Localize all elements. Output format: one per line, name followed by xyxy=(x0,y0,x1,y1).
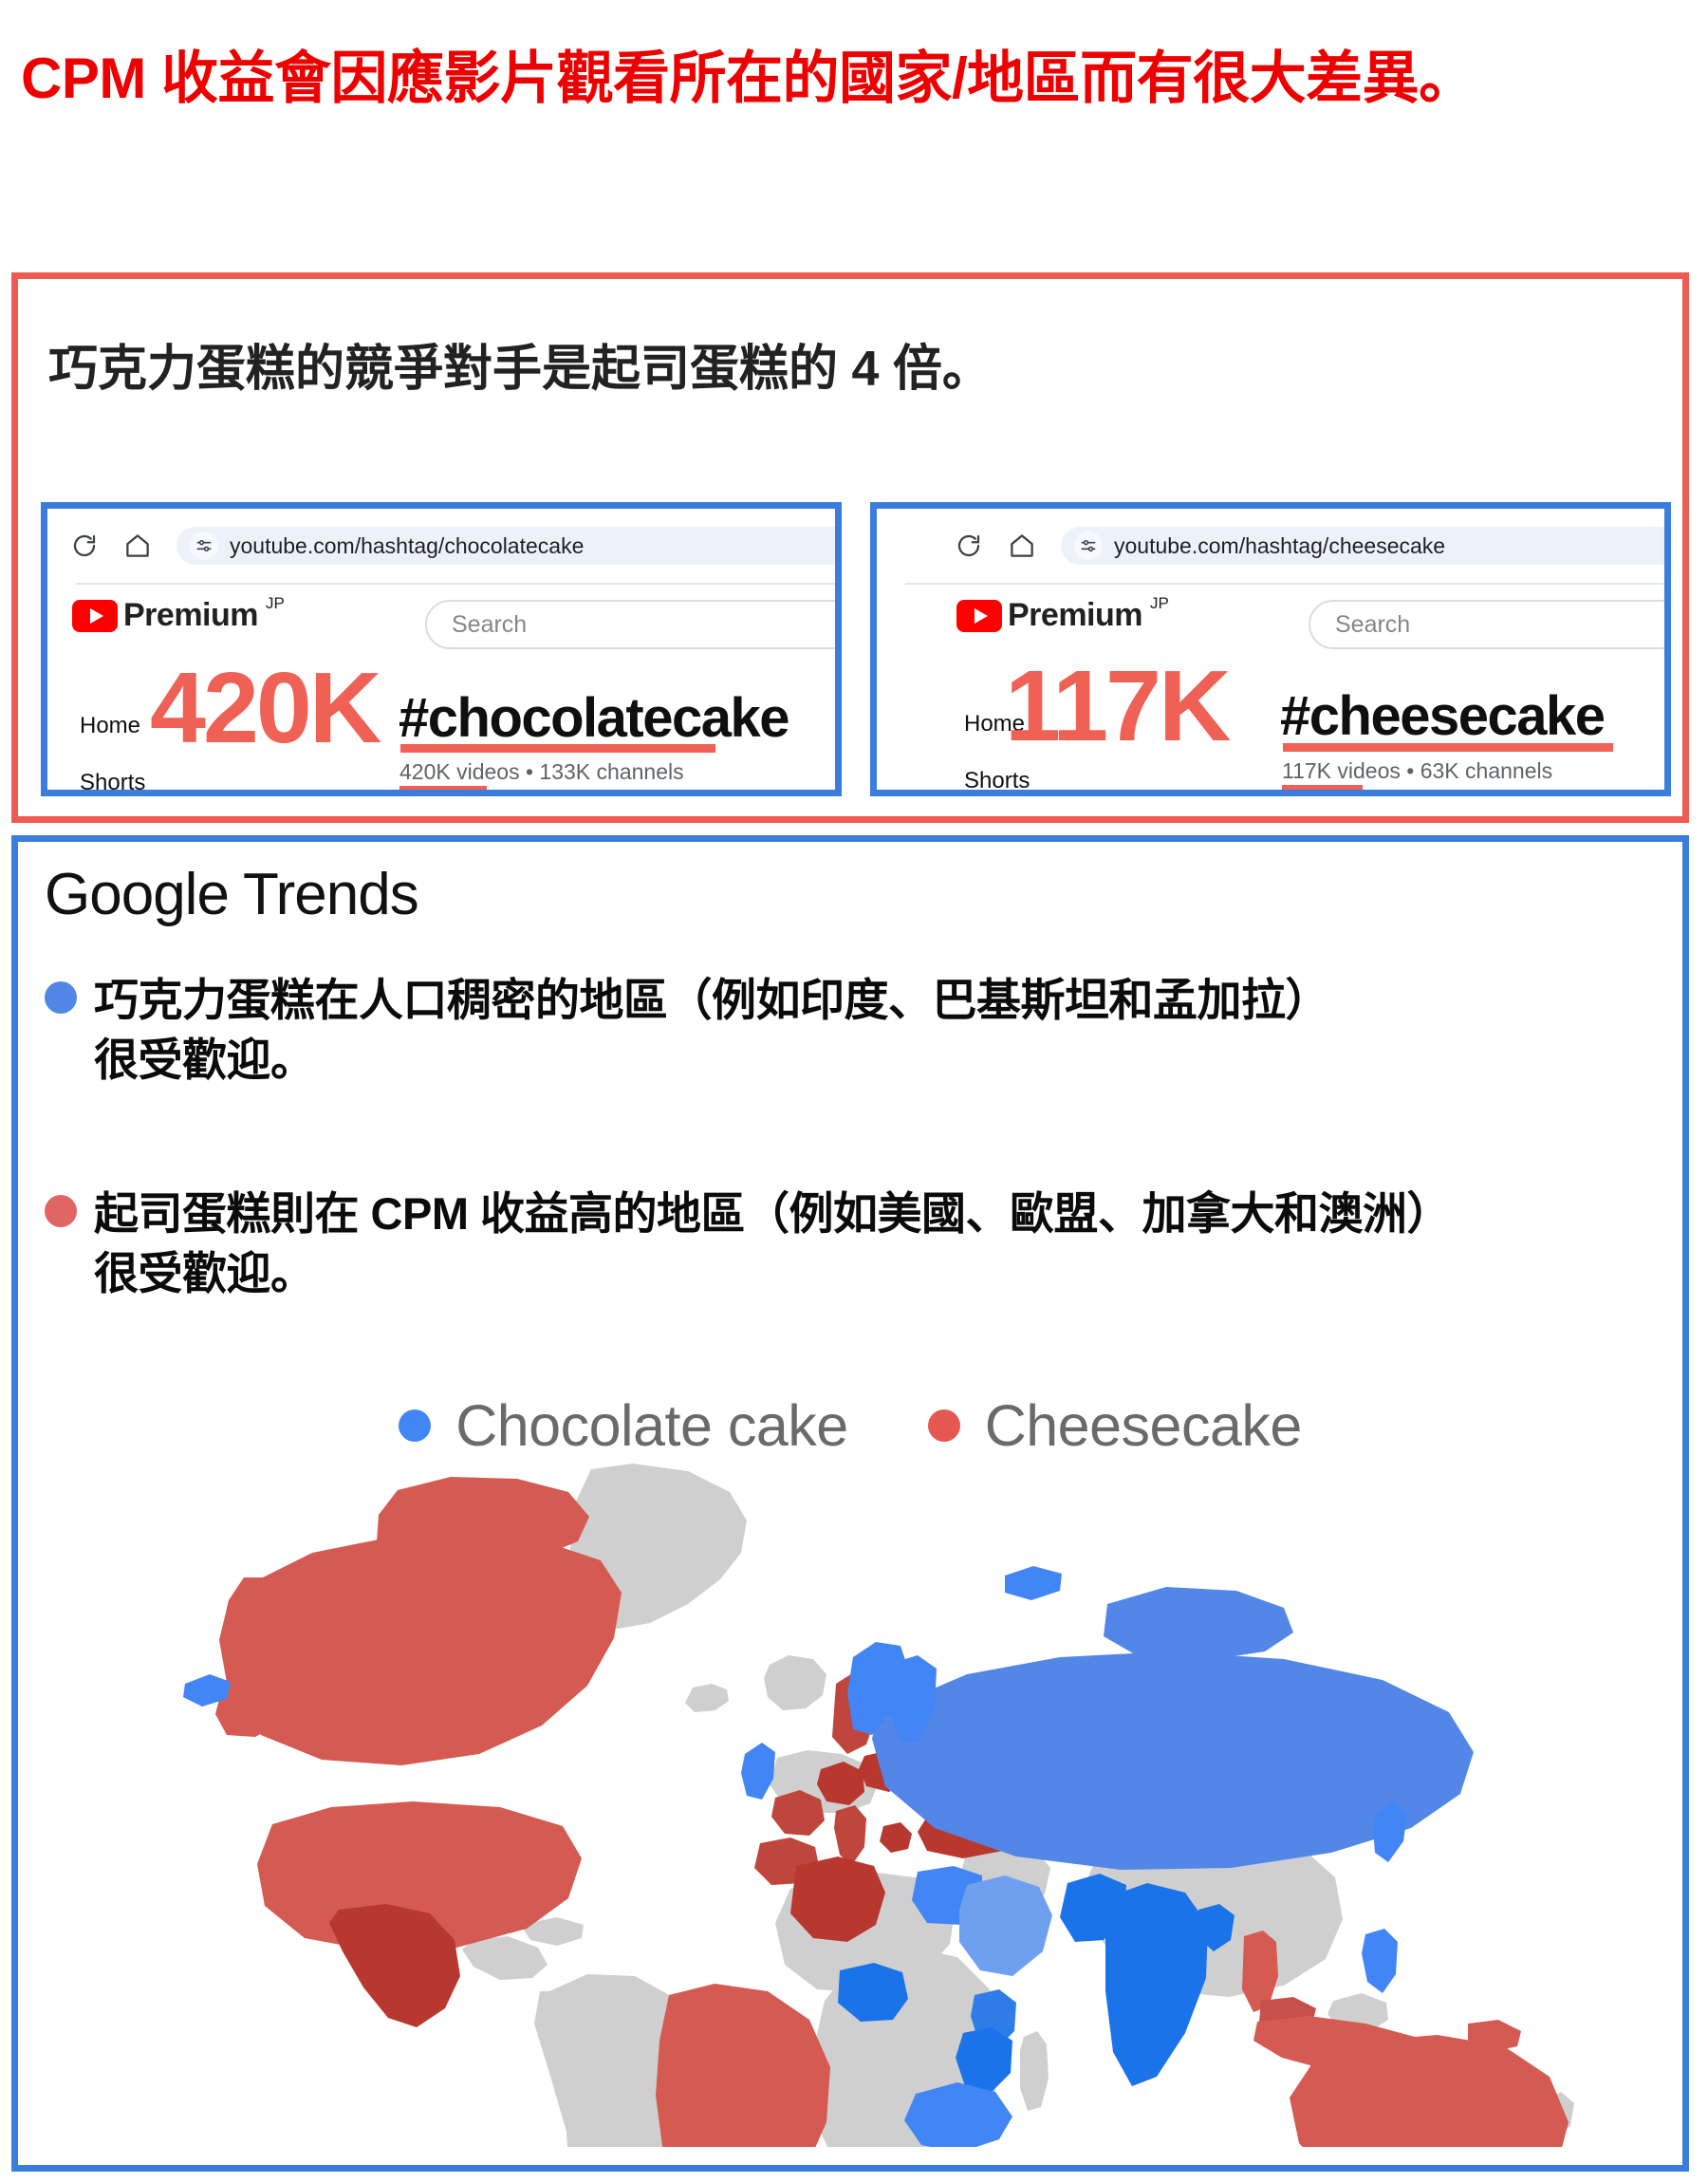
world-choropleth-map xyxy=(18,1464,1682,2147)
youtube-play-icon xyxy=(956,600,1002,632)
annotation-video-count-left: 420K xyxy=(150,652,381,764)
region-greece-red xyxy=(880,1822,912,1853)
legend-label-cheesecake: Cheesecake xyxy=(984,1393,1303,1458)
site-settings-icon[interactable] xyxy=(190,532,218,560)
region-tag-right: JP xyxy=(1150,594,1169,612)
address-bar-right[interactable]: youtube.com/hashtag/cheesecake xyxy=(1061,527,1664,565)
region-iceland xyxy=(685,1684,729,1712)
bullet-item-cheesecake: 起司蛋糕則在 CPM 收益高的地區（例如美國、歐盟、加拿大和澳洲） 很受歡迎。 xyxy=(45,1184,1658,1304)
address-bar-left[interactable]: youtube.com/hashtag/chocolatecake xyxy=(176,527,835,565)
search-placeholder-right: Search xyxy=(1335,610,1411,638)
legend-dot-cheesecake-icon xyxy=(927,1409,960,1442)
reload-icon[interactable] xyxy=(953,530,985,562)
toolbar-divider-right xyxy=(905,583,1664,585)
sidebar-item-shorts-left[interactable]: Shorts xyxy=(80,770,145,790)
reload-icon[interactable] xyxy=(68,530,101,562)
bullet-text-chocolate: 巧克力蛋糕在人口稠密的地區（例如印度、巴基斯坦和孟加拉） 很受歡迎。 xyxy=(94,970,1330,1091)
home-icon[interactable] xyxy=(1006,530,1038,562)
comparison-panel-title: 巧克力蛋糕的競爭對手是起司蛋糕的 4 倍。 xyxy=(48,342,992,397)
region-madagascar xyxy=(1020,2031,1049,2111)
sidebar-item-shorts-right[interactable]: Shorts xyxy=(964,768,1030,790)
legend-label-chocolate-cake: Chocolate cake xyxy=(455,1393,848,1458)
search-input-left[interactable]: Search xyxy=(425,600,835,649)
address-bar-url-left: youtube.com/hashtag/chocolatecake xyxy=(230,532,585,558)
hashtag-underline-left xyxy=(400,744,715,753)
premium-wordmark-left: Premium xyxy=(123,597,259,633)
premium-wordmark-right: Premium xyxy=(1008,597,1143,633)
bullet-dot-blue-icon xyxy=(45,981,77,1014)
hashtag-stats-left: 420K videos • 133K channels xyxy=(399,759,684,784)
region-arctic-islands-blue xyxy=(1005,1566,1062,1600)
hashtag-underline-right xyxy=(1283,743,1613,752)
annotation-video-count-right: 117K xyxy=(1005,650,1232,762)
sidebar-item-home-left[interactable]: Home xyxy=(80,713,140,739)
region-philippines xyxy=(1362,1929,1398,1993)
bullet-dot-red-icon xyxy=(45,1195,77,1227)
youtube-play-icon xyxy=(72,600,118,632)
search-input-right[interactable]: Search xyxy=(1309,600,1664,649)
search-placeholder-left: Search xyxy=(452,610,528,638)
youtube-screenshot-cheesecake: youtube.com/hashtag/cheesecake Premium J… xyxy=(870,502,1671,796)
youtube-premium-logo-left: Premium JP xyxy=(72,594,285,634)
bullet-text-cheesecake: 起司蛋糕則在 CPM 收益高的地區（例如美國、歐盟、加拿大和澳洲） 很受歡迎。 xyxy=(94,1184,1452,1304)
google-trends-title: Google Trends xyxy=(45,862,419,927)
toolbar-divider-left xyxy=(76,583,835,585)
hashtag-stats-right: 117K videos • 63K channels xyxy=(1282,758,1553,783)
site-settings-icon[interactable] xyxy=(1074,532,1103,560)
hashtag-title-left: #chocolatecake xyxy=(399,687,790,749)
region-japan-blue xyxy=(1373,1801,1407,1862)
region-canada xyxy=(219,1534,622,1765)
stats-underline-right xyxy=(1282,785,1363,790)
google-trends-panel: Google Trends 巧克力蛋糕在人口稠密的地區（例如印度、巴基斯坦和孟加… xyxy=(11,835,1689,2172)
youtube-screenshot-chocolatecake: youtube.com/hashtag/chocolatecake Premiu… xyxy=(41,502,842,796)
browser-toolbar-right: youtube.com/hashtag/cheesecake xyxy=(877,524,1664,568)
legend-item-chocolate-cake: Chocolate cake xyxy=(399,1392,848,1459)
region-brazil xyxy=(656,1984,830,2147)
youtube-premium-logo-right: Premium JP xyxy=(956,594,1169,634)
world-map-svg xyxy=(183,1464,1574,2147)
browser-toolbar-left: youtube.com/hashtag/chocolatecake xyxy=(47,524,835,568)
hashtag-title-right: #cheesecake xyxy=(1280,685,1606,747)
region-united-kingdom xyxy=(741,1743,775,1800)
bullet-line-1: 巧克力蛋糕在人口稠密的地區（例如印度、巴基斯坦和孟加拉） xyxy=(94,975,1330,1025)
bullet-line-1: 起司蛋糕則在 CPM 收益高的地區（例如美國、歐盟、加拿大和澳洲） xyxy=(94,1188,1452,1239)
region-saudi-arabia xyxy=(959,1875,1052,1976)
map-regions xyxy=(183,1464,1574,2147)
region-scandinavia-grey xyxy=(764,1655,826,1710)
page-title: CPM 收益會因應影片觀看所在的國家/地區而有很大差異。 xyxy=(21,47,1476,110)
home-icon[interactable] xyxy=(121,530,154,562)
region-russia-arctic xyxy=(1104,1587,1293,1661)
map-legend: Chocolate cake Cheesecake xyxy=(18,1392,1682,1459)
region-tag-left: JP xyxy=(266,594,285,612)
bullet-item-chocolate: 巧克力蛋糕在人口稠密的地區（例如印度、巴基斯坦和孟加拉） 很受歡迎。 xyxy=(45,970,1658,1091)
stats-underline-left xyxy=(399,786,487,790)
legend-dot-chocolate-icon xyxy=(399,1409,432,1442)
bullet-line-2: 很受歡迎。 xyxy=(94,1035,315,1086)
comparison-panel: 巧克力蛋糕的競爭對手是起司蛋糕的 4 倍。 youtube.com/hashta… xyxy=(11,272,1689,823)
bullet-line-2: 很受歡迎。 xyxy=(94,1248,315,1299)
region-central-america-grey xyxy=(462,1936,548,1980)
legend-item-cheesecake: Cheesecake xyxy=(927,1392,1303,1459)
address-bar-url-right: youtube.com/hashtag/cheesecake xyxy=(1114,532,1446,558)
